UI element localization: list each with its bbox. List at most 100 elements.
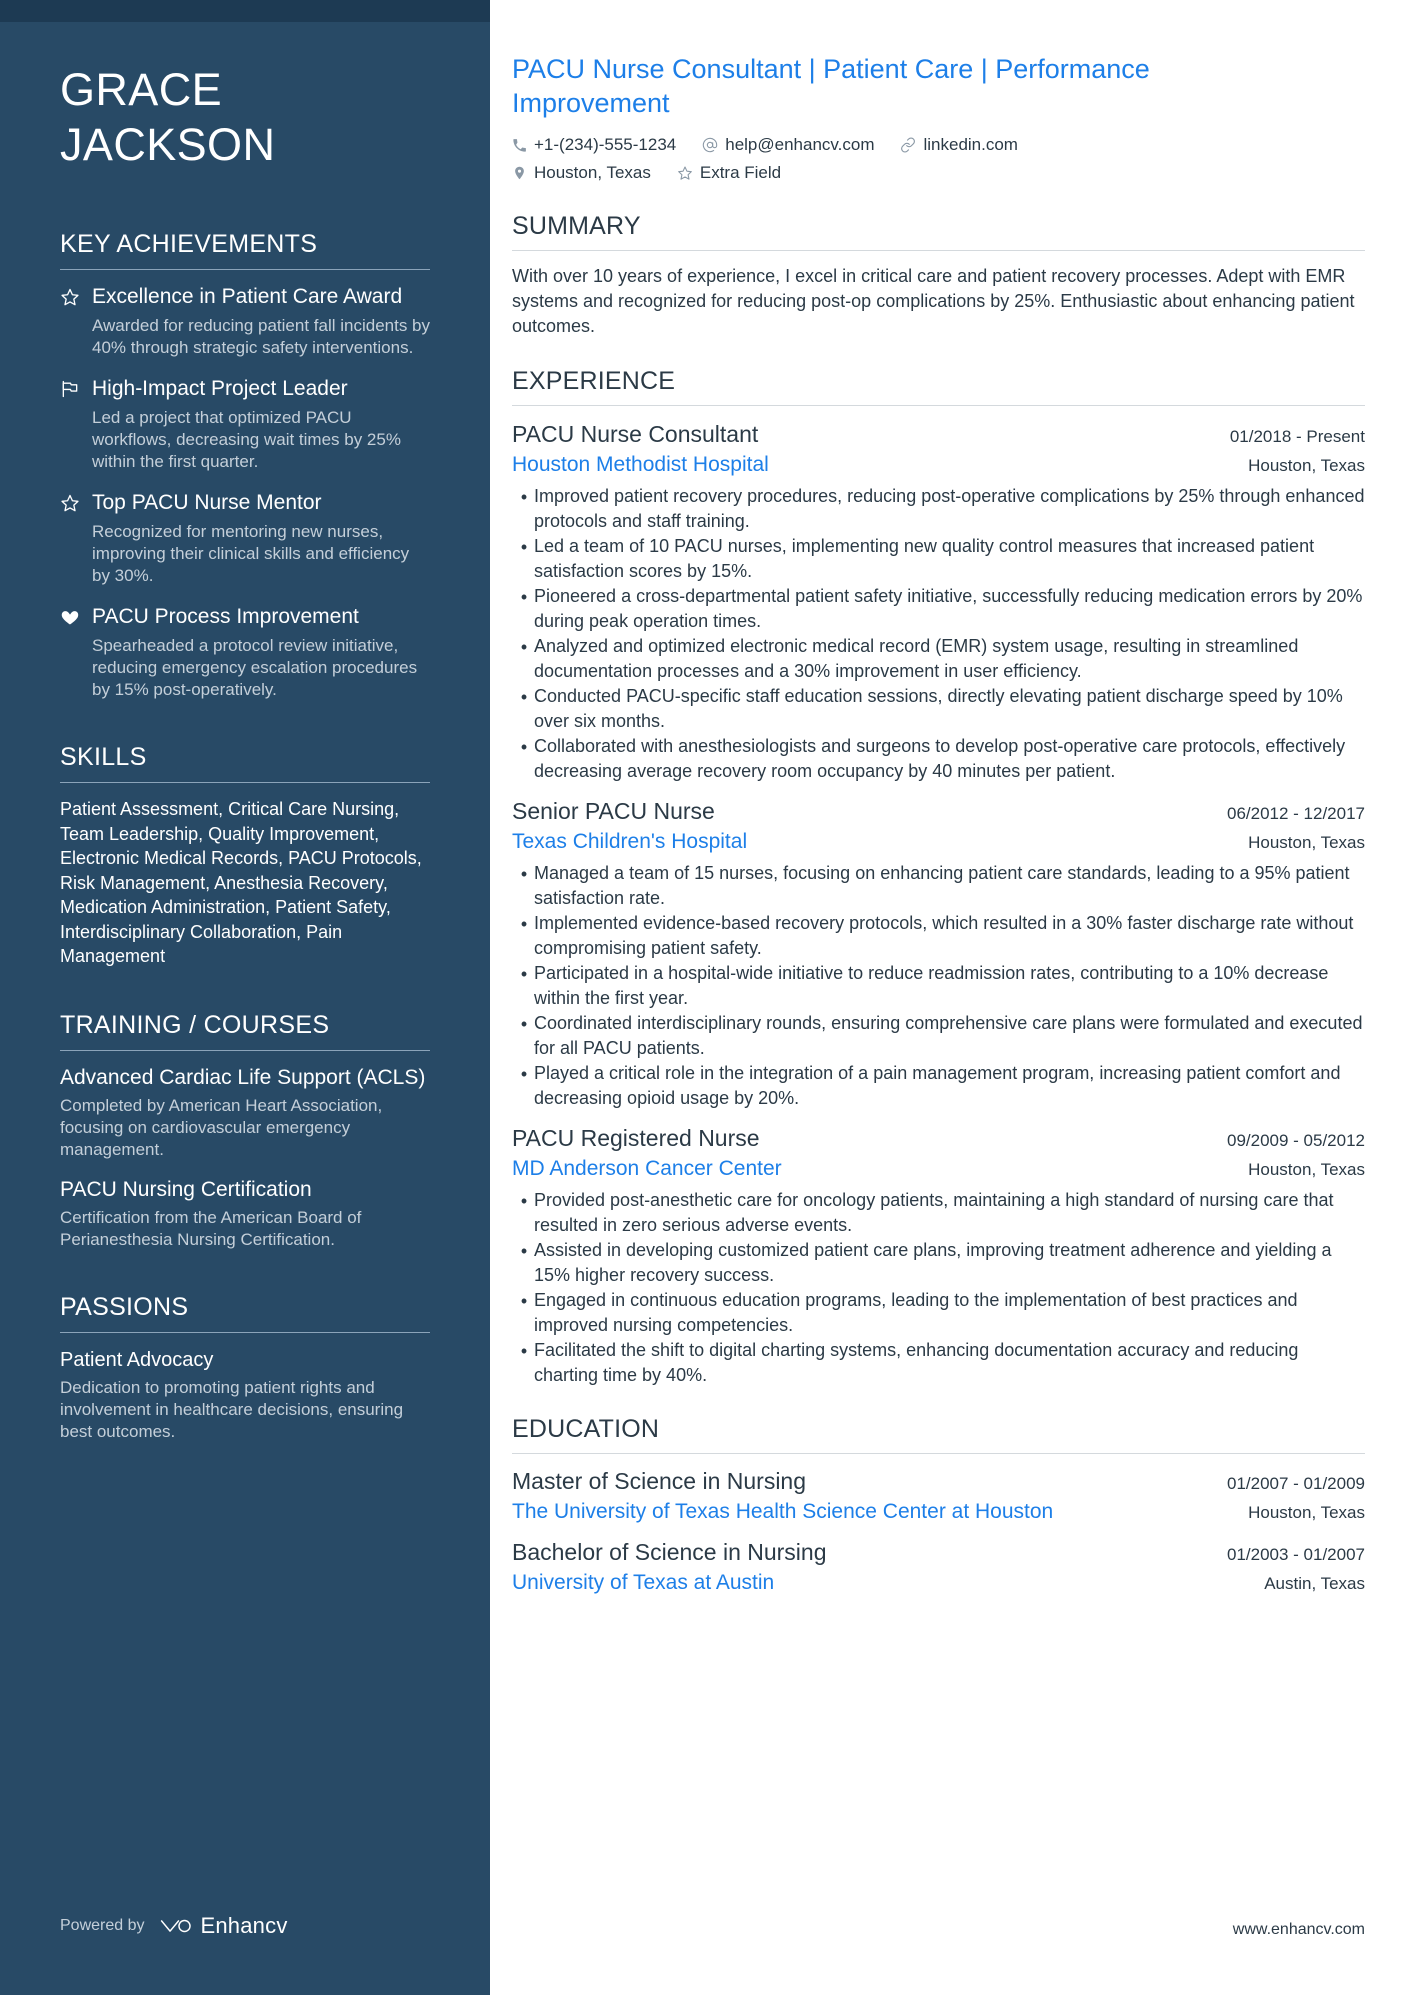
- experience-bullets: • Improved patient recovery procedures, r…: [512, 484, 1365, 783]
- contact-row-1: +1-(234)-555-1234 help@enhancv.com linke…: [512, 134, 1365, 156]
- passion-title: Patient Advocacy: [60, 1348, 214, 1371]
- experience-dates: 09/2009 - 05/2012: [1226, 1131, 1365, 1150]
- bullet-item: • Participated in a hospital-wide initiat…: [514, 961, 1365, 1010]
- contact-extra-field: Extra Field: [677, 162, 781, 184]
- education-entry: Master of Science in Nursing 01/2007 - 0…: [512, 1466, 1365, 1525]
- contact-linkedin-text: linkedin.com: [923, 135, 1018, 154]
- divider: [60, 782, 430, 783]
- contact-phone[interactable]: +1-(234)-555-1234: [512, 134, 676, 156]
- candidate-name: GRACE JACKSON: [60, 0, 430, 172]
- bullet-item: • Conducted PACU-specific staff education…: [514, 684, 1365, 733]
- bullet-dot: •: [520, 637, 528, 657]
- bullet-item: • Played a critical role in the integrati…: [514, 1061, 1365, 1110]
- education-dates: 01/2007 - 01/2009: [1226, 1474, 1365, 1493]
- course-item: Advanced Cardiac Life Support (ACLS) Com…: [60, 1065, 430, 1161]
- education-dates: 01/2003 - 01/2007: [1226, 1545, 1365, 1564]
- star-outline-icon: [60, 490, 92, 587]
- bullet-text: Participated in a hospital-wide initiati…: [534, 963, 1329, 1008]
- bullet-dot: •: [520, 1341, 528, 1361]
- bullet-item: • Provided post-anesthetic care for oncol…: [514, 1188, 1365, 1237]
- section-heading-experience: EXPERIENCE: [512, 367, 676, 395]
- education-org-row: The University of Texas Health Science C…: [512, 1498, 1365, 1525]
- section-heading-achievements: KEY ACHIEVEMENTS: [60, 230, 318, 258]
- section-heading-education: EDUCATION: [512, 1415, 660, 1443]
- education-institution[interactable]: University of Texas at Austin: [512, 1569, 774, 1596]
- bullet-text: Collaborated with anesthesiologists and …: [534, 736, 1346, 781]
- bullet-item: • Engaged in continuous education program…: [514, 1288, 1365, 1337]
- bullet-dot: •: [520, 1191, 528, 1211]
- experience-org-row: Houston Methodist Hospital Houston, Texa…: [512, 451, 1365, 478]
- experience-company[interactable]: Texas Children's Hospital: [512, 828, 747, 855]
- bullet-dot: •: [520, 1064, 528, 1084]
- enhancv-logo: Enhancv: [159, 1913, 288, 1939]
- course-description: Completed by American Heart Association,…: [60, 1095, 383, 1159]
- contact-linkedin[interactable]: linkedin.com: [900, 134, 1018, 156]
- experience-dates: 01/2018 - Present: [1229, 427, 1365, 446]
- heart-filled-icon: [60, 604, 92, 701]
- achievement-description: Spearheaded a protocol review initiative…: [92, 636, 418, 699]
- bullet-text: Pioneered a cross-departmental patient s…: [534, 586, 1363, 631]
- experience-job-title: PACU Registered Nurse: [512, 1125, 760, 1151]
- bullet-text: Coordinated interdisciplinary rounds, en…: [534, 1013, 1363, 1058]
- achievement-description: Awarded for reducing patient fall incide…: [92, 316, 430, 357]
- sidebar: GRACE JACKSON KEY ACHIEVEMENTS Excellenc…: [0, 0, 490, 1995]
- bullet-item: • Managed a team of 15 nurses, focusing o…: [514, 861, 1365, 910]
- achievement-description: Recognized for mentoring new nurses, imp…: [92, 522, 410, 585]
- bullet-item: • Pioneered a cross-departmental patient …: [514, 584, 1365, 633]
- experience-entry: Senior PACU Nurse 06/2012 - 12/2017 Texa…: [512, 796, 1365, 1110]
- contact-location-text: Houston, Texas: [534, 163, 651, 182]
- section-skills: SKILLS Patient Assessment, Critical Care…: [60, 741, 430, 969]
- bullet-text: Analyzed and optimized electronic medica…: [534, 636, 1299, 681]
- bullet-dot: •: [520, 1291, 528, 1311]
- education-institution[interactable]: The University of Texas Health Science C…: [512, 1498, 1053, 1525]
- bullet-text: Improved patient recovery procedures, re…: [534, 486, 1365, 531]
- experience-location: Houston, Texas: [1248, 1160, 1365, 1179]
- achievement-title: PACU Process Improvement: [92, 605, 359, 628]
- course-description: Certification from the American Board of…: [60, 1207, 362, 1249]
- section-training-courses: TRAINING / COURSES Advanced Cardiac Life…: [60, 1009, 430, 1251]
- bullet-dot: •: [520, 1241, 528, 1261]
- headline: PACU Nurse Consultant | Patient Care | P…: [512, 54, 1150, 118]
- bullet-text: Implemented evidence-based recovery prot…: [534, 913, 1354, 958]
- bullet-dot: •: [520, 487, 528, 507]
- experience-org-row: MD Anderson Cancer Center Houston, Texas: [512, 1155, 1365, 1182]
- experience-entry: PACU Nurse Consultant 01/2018 - Present …: [512, 419, 1365, 783]
- divider: [60, 269, 430, 270]
- bullet-text: Managed a team of 15 nurses, focusing on…: [534, 863, 1350, 908]
- experience-company[interactable]: MD Anderson Cancer Center: [512, 1155, 782, 1182]
- education-location: Houston, Texas: [1248, 1503, 1365, 1522]
- bullet-item: • Implemented evidence-based recovery pro…: [514, 911, 1365, 960]
- main-content: PACU Nurse Consultant | Patient Care | P…: [490, 0, 1410, 1995]
- bullet-item: • Improved patient recovery procedures, r…: [514, 484, 1365, 533]
- section-key-achievements: KEY ACHIEVEMENTS Excellence in Patient C…: [60, 228, 430, 701]
- section-passions: PASSIONS Patient Advocacy Dedication to …: [60, 1291, 430, 1443]
- bullet-dot: •: [520, 914, 528, 934]
- star-outline-icon: [60, 284, 92, 359]
- link-icon: [900, 137, 916, 153]
- contact-location: Houston, Texas: [512, 162, 651, 184]
- section-experience: EXPERIENCE PACU Nurse Consultant 01/2018…: [512, 365, 1365, 1387]
- bullet-item: • Assisted in developing customized patie…: [514, 1238, 1365, 1287]
- website-footer: www.enhancv.com: [1232, 1921, 1365, 1938]
- contact-extra-field-text: Extra Field: [699, 163, 782, 182]
- divider: [512, 405, 1365, 406]
- experience-dates: 06/2012 - 12/2017: [1226, 804, 1365, 823]
- experience-company[interactable]: Houston Methodist Hospital: [512, 451, 769, 478]
- bullet-item: • Analyzed and optimized electronic medic…: [514, 634, 1365, 683]
- divider: [60, 1331, 430, 1333]
- experience-bullets: • Provided post-anesthetic care for oncol…: [512, 1188, 1365, 1387]
- contact-info: +1-(234)-555-1234 help@enhancv.com linke…: [512, 134, 1365, 184]
- experience-job-title: Senior PACU Nurse: [512, 798, 715, 824]
- powered-by-label: Powered by: [60, 1917, 145, 1934]
- divider: [512, 1453, 1365, 1454]
- contact-email[interactable]: help@enhancv.com: [702, 134, 874, 156]
- bullet-text: Assisted in developing customized patien…: [534, 1240, 1332, 1285]
- location-pin-icon: [512, 165, 527, 181]
- achievement-item: High-Impact Project Leader Led a project…: [60, 376, 430, 473]
- education-org-row: University of Texas at Austin Austin, Te…: [512, 1569, 1365, 1596]
- experience-entry: PACU Registered Nurse 09/2009 - 05/2012 …: [512, 1123, 1365, 1387]
- enhancv-brand-name: Enhancv: [200, 1913, 288, 1938]
- section-heading-skills: SKILLS: [60, 743, 147, 771]
- course-item: PACU Nursing Certification Certification…: [60, 1177, 430, 1251]
- bullet-dot: •: [520, 864, 528, 884]
